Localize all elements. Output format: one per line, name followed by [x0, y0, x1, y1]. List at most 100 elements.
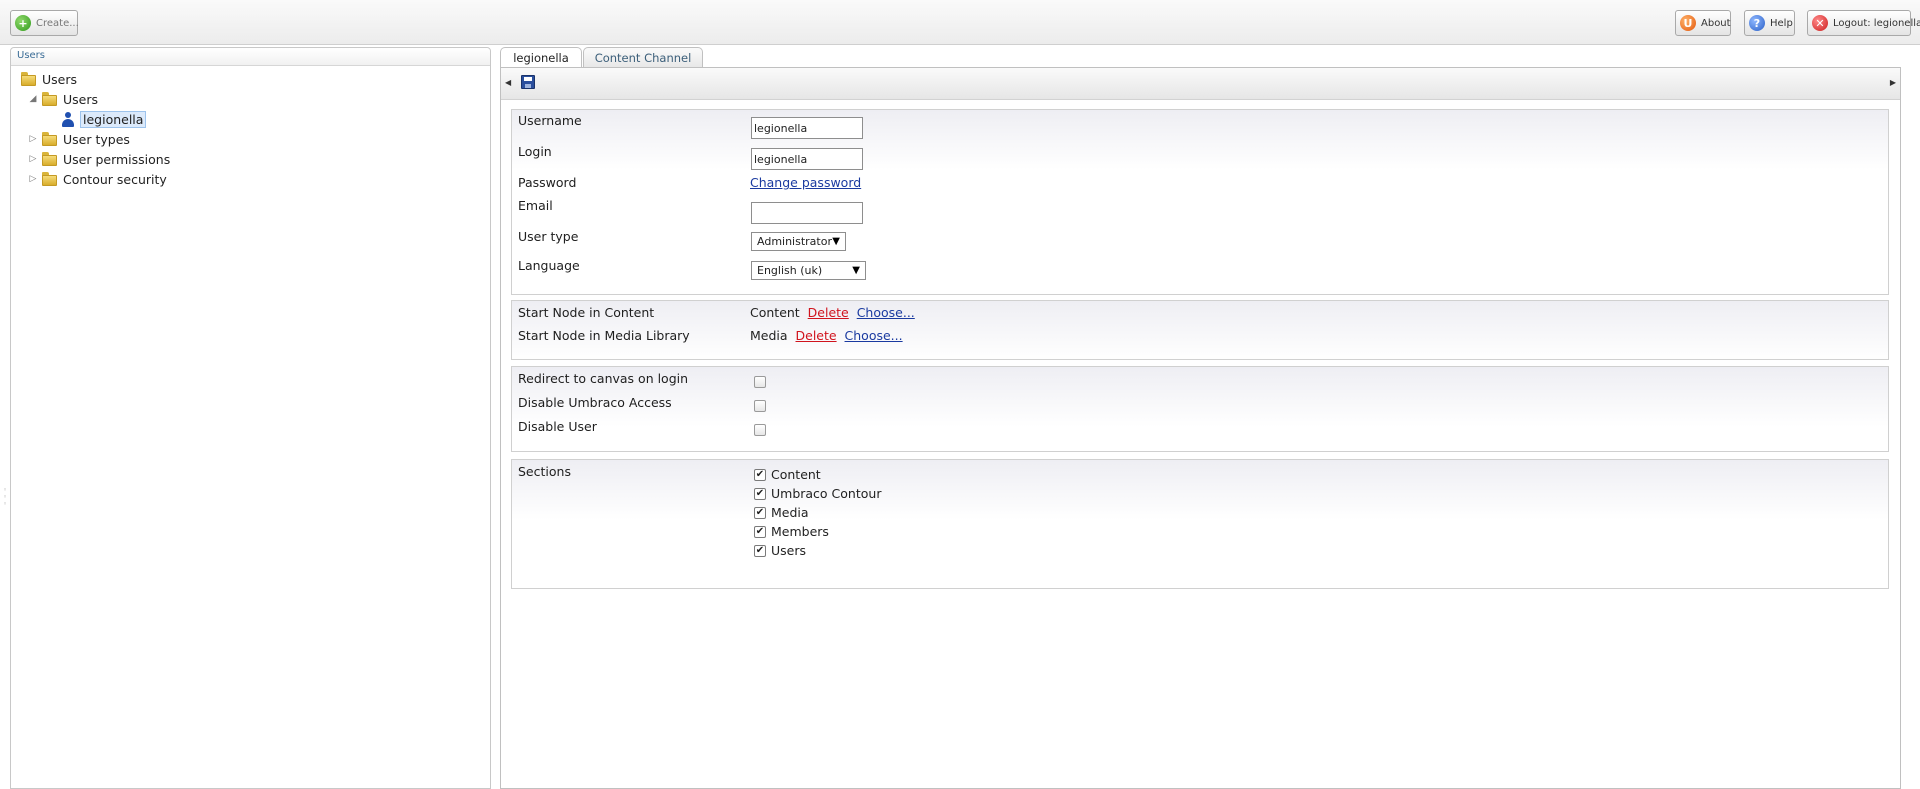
umbraco-logo-icon: U [1680, 15, 1696, 31]
add-icon: + [15, 15, 31, 31]
folder-icon [42, 132, 57, 146]
disable-umbraco-access-label: Disable Umbraco Access [518, 395, 672, 410]
save-icon[interactable] [521, 75, 535, 89]
user-details-section: Username Login Password Change password … [511, 109, 1889, 295]
tree-node-label: legionella [80, 110, 147, 128]
tab-content-channel[interactable]: Content Channel [583, 47, 703, 67]
collapsed-arrow-icon[interactable]: ▷ [27, 133, 39, 145]
section-item-label: Umbraco Contour [771, 486, 882, 501]
user-editor-panel: ◀ ▶ Username Login Password Change passw… [500, 67, 1901, 789]
dropdown-arrow-icon: ▼ [832, 236, 840, 247]
disable-umbraco-access-checkbox[interactable] [754, 400, 766, 412]
login-input[interactable] [751, 148, 863, 170]
section-item-content[interactable]: ✔ Content [754, 467, 821, 482]
checkbox-checked-icon[interactable]: ✔ [754, 487, 766, 500]
scroll-left-icon[interactable]: ◀ [505, 78, 511, 87]
password-label: Password [518, 175, 577, 190]
email-label: Email [518, 198, 553, 213]
password-value: Change password [750, 175, 861, 190]
user-type-value: Administrator [757, 235, 832, 248]
tab-label: legionella [513, 51, 569, 65]
section-item-umbraco-contour[interactable]: ✔ Umbraco Contour [754, 486, 881, 501]
sections-section: Sections ✔ Content ✔ Umbraco Contour ✔ M… [511, 459, 1889, 589]
collapsed-arrow-icon[interactable]: ▷ [27, 153, 39, 165]
create-button[interactable]: + Create... [10, 10, 79, 36]
section-item-label: Users [771, 543, 807, 558]
logout-button-label: Logout: legionella [1833, 17, 1920, 29]
tree-node-users-root[interactable]: Users [21, 70, 77, 88]
username-label: Username [518, 113, 582, 128]
start-node-media-delete-link[interactable]: Delete [796, 328, 837, 343]
redirect-canvas-label: Redirect to canvas on login [518, 371, 689, 386]
logout-icon: ✕ [1812, 15, 1828, 31]
section-item-label: Media [771, 505, 809, 520]
email-input[interactable] [751, 202, 863, 224]
tree-panel: Users Users ◢ Users legionella ▷ User ty… [10, 47, 491, 789]
logout-button[interactable]: ✕ Logout: legionella [1807, 10, 1920, 36]
tab-label: Content Channel [594, 50, 692, 65]
language-label: Language [518, 258, 580, 273]
start-node-content-choose-link[interactable]: Choose... [857, 305, 915, 320]
folder-icon [42, 172, 57, 186]
folder-icon [42, 92, 57, 106]
change-password-link[interactable]: Change password [750, 175, 861, 190]
section-item-members[interactable]: ✔ Members [754, 524, 829, 539]
tree-panel-header: Users [11, 48, 490, 66]
start-node-content-delete-link[interactable]: Delete [808, 305, 849, 320]
tree-node-label: Contour security [63, 171, 167, 187]
tree-node-users[interactable]: ◢ Users [27, 90, 98, 108]
tab-legionella[interactable]: legionella [500, 47, 582, 68]
disable-user-checkbox[interactable] [754, 424, 766, 436]
splitter-handle[interactable]: ◦ ◦ ◦ [3, 487, 9, 509]
language-select[interactable]: English (uk) ▼ [751, 261, 866, 280]
tree-node-label: User permissions [63, 151, 171, 167]
user-icon [61, 111, 75, 127]
start-node-media-choose-link[interactable]: Choose... [845, 328, 903, 343]
user-flags-section: Redirect to canvas on login Disable Umbr… [511, 366, 1889, 452]
checkbox-checked-icon[interactable]: ✔ [754, 506, 766, 519]
folder-icon [21, 72, 36, 86]
tree-node-user-permissions[interactable]: ▷ User permissions [27, 150, 171, 168]
start-node-content-label: Start Node in Content [518, 305, 655, 320]
editor-toolbar: ◀ ▶ [501, 68, 1900, 100]
dropdown-arrow-icon: ▼ [852, 265, 860, 276]
username-input[interactable] [751, 117, 863, 139]
tree-node-user-types[interactable]: ▷ User types [27, 130, 130, 148]
section-item-media[interactable]: ✔ Media [754, 505, 809, 520]
about-button-label: About [1701, 17, 1731, 29]
start-node-media-value: Media Delete Choose... [750, 328, 903, 343]
start-nodes-section: Start Node in Content Content Delete Cho… [511, 300, 1889, 360]
start-node-media-name: Media [750, 328, 788, 343]
tree-node-contour-security[interactable]: ▷ Contour security [27, 170, 167, 188]
disable-user-label: Disable User [518, 419, 597, 434]
help-button[interactable]: ? Help [1744, 10, 1795, 36]
scroll-right-icon[interactable]: ▶ [1890, 78, 1896, 87]
redirect-canvas-checkbox[interactable] [754, 376, 766, 388]
login-label: Login [518, 144, 552, 159]
checkbox-checked-icon[interactable]: ✔ [754, 525, 766, 538]
start-node-content-value: Content Delete Choose... [750, 305, 915, 320]
checkbox-checked-icon[interactable]: ✔ [754, 544, 766, 557]
top-toolbar: + Create... U About ? Help ✕ Logout: leg… [0, 0, 1920, 45]
start-node-content-name: Content [750, 305, 800, 320]
help-icon: ? [1749, 15, 1765, 31]
expanded-arrow-icon[interactable]: ◢ [27, 93, 39, 105]
about-button[interactable]: U About [1675, 10, 1731, 36]
tree-node-label: Users [42, 71, 78, 87]
section-item-label: Content [771, 467, 821, 482]
start-node-media-label: Start Node in Media Library [518, 328, 690, 343]
tree-node-label: User types [63, 131, 130, 147]
checkbox-checked-icon[interactable]: ✔ [754, 468, 766, 481]
help-button-label: Help [1770, 17, 1793, 29]
folder-icon [42, 152, 57, 166]
user-type-select[interactable]: Administrator ▼ [751, 232, 846, 251]
language-value: English (uk) [757, 264, 823, 277]
tree-node-label: Users [63, 91, 99, 107]
sections-label: Sections [518, 464, 571, 479]
section-item-label: Members [771, 524, 829, 539]
section-item-users[interactable]: ✔ Users [754, 543, 806, 558]
create-button-label: Create... [36, 17, 79, 29]
tree-node-legionella[interactable]: legionella [61, 110, 147, 128]
collapsed-arrow-icon[interactable]: ▷ [27, 173, 39, 185]
user-type-label: User type [518, 229, 579, 244]
